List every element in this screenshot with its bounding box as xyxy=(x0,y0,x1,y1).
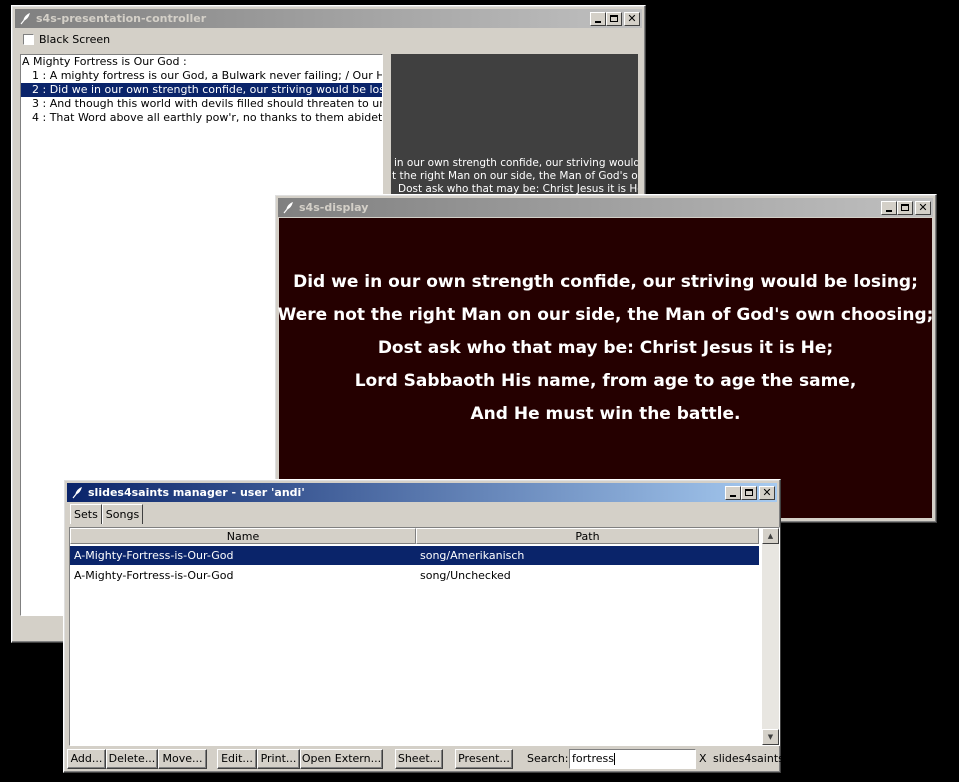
table-header: Name Path xyxy=(70,528,759,544)
table-row[interactable]: A-Mighty-Fortress-is-Our-God song/Amerik… xyxy=(70,546,759,565)
black-screen-checkbox[interactable] xyxy=(23,34,34,45)
verse-item[interactable]: 4 : That Word above all earthly pow'r, n… xyxy=(21,111,382,125)
edit-button[interactable]: Edit... xyxy=(217,749,257,769)
controller-titlebar[interactable]: s4s-presentation-controller ✕ xyxy=(15,9,642,28)
row-name: A-Mighty-Fortress-is-Our-God xyxy=(74,549,234,562)
column-header-path[interactable]: Path xyxy=(416,528,759,544)
minimize-button[interactable] xyxy=(590,11,606,26)
close-icon: ✕ xyxy=(627,12,637,25)
close-icon: ✕ xyxy=(918,201,928,214)
slide-line: Were not the right Man on our side, the … xyxy=(277,304,934,325)
move-button[interactable]: Move... xyxy=(158,749,207,769)
black-screen-toggle[interactable]: Black Screen xyxy=(23,33,110,46)
minimize-icon xyxy=(730,494,736,497)
tab-songs[interactable]: Songs xyxy=(101,504,144,524)
manager-titlebar[interactable]: slides4saints manager - user 'andi' ✕ xyxy=(67,483,777,502)
present-button[interactable]: Present... xyxy=(455,749,513,769)
maximize-button[interactable] xyxy=(897,200,913,215)
triangle-down-icon: ▼ xyxy=(767,733,774,741)
vertical-scrollbar[interactable]: ▲ ▼ xyxy=(762,528,779,745)
maximize-button[interactable] xyxy=(741,485,757,500)
minimize-button[interactable] xyxy=(881,200,897,215)
slide-line: And He must win the battle. xyxy=(470,403,741,424)
preview-line: t the right Man on our side, the Man of … xyxy=(392,170,638,182)
search-input[interactable]: fortress xyxy=(569,749,696,769)
scroll-up-button[interactable]: ▲ xyxy=(762,528,779,544)
songs-table[interactable]: Name Path A-Mighty-Fortress-is-Our-God s… xyxy=(69,527,780,746)
verse-item[interactable]: 1 : A mighty fortress is our God, a Bulw… xyxy=(21,69,382,83)
minimize-button[interactable] xyxy=(725,485,741,500)
delete-button[interactable]: Delete... xyxy=(106,749,158,769)
table-row[interactable]: A-Mighty-Fortress-is-Our-God song/Unchec… xyxy=(70,566,759,585)
preview-line: Dost ask who that may be: Christ Jesus i… xyxy=(398,183,638,194)
window-title: slides4saints manager - user 'andi' xyxy=(88,486,305,499)
preview-line: in our own strength confide, our strivin… xyxy=(394,157,638,169)
verse-item-selected[interactable]: 2 : Did we in our own strength confide, … xyxy=(21,83,382,97)
tab-bar: Sets Songs xyxy=(70,504,144,524)
slide-line: Did we in our own strength confide, our … xyxy=(293,271,918,292)
close-button[interactable]: ✕ xyxy=(759,485,775,500)
display-titlebar[interactable]: s4s-display ✕ xyxy=(278,198,933,217)
verse-item[interactable]: 3 : And though this world with devils fi… xyxy=(21,97,382,111)
add-button[interactable]: Add... xyxy=(67,749,106,769)
triangle-up-icon: ▲ xyxy=(767,532,774,540)
scroll-down-button[interactable]: ▼ xyxy=(762,729,779,745)
maximize-icon xyxy=(745,489,753,496)
text-caret xyxy=(613,753,615,765)
black-screen-label: Black Screen xyxy=(39,33,111,46)
sheet-button[interactable]: Sheet... xyxy=(395,749,443,769)
slide-line: Dost ask who that may be: Christ Jesus i… xyxy=(377,337,834,358)
open-external-button[interactable]: Open Extern... xyxy=(300,749,383,769)
close-button[interactable]: ✕ xyxy=(624,11,640,26)
print-button[interactable]: Print... xyxy=(257,749,300,769)
feather-icon xyxy=(18,12,32,26)
row-path: song/Amerikanisch xyxy=(420,549,525,562)
slide-display: Did we in our own strength confide, our … xyxy=(277,218,934,518)
song-title: A Mighty Fortress is Our God : xyxy=(22,55,187,68)
minimize-icon xyxy=(595,20,601,23)
window-title: s4s-display xyxy=(299,201,369,214)
display-window: s4s-display ✕ Did we in our own strength… xyxy=(274,194,937,523)
maximize-button[interactable] xyxy=(606,11,622,26)
row-path: song/Unchecked xyxy=(420,569,511,582)
row-name: A-Mighty-Fortress-is-Our-God xyxy=(74,569,234,582)
clear-search-button[interactable]: X xyxy=(699,751,707,767)
manager-window: slides4saints manager - user 'andi' ✕ Se… xyxy=(63,479,784,773)
window-title: s4s-presentation-controller xyxy=(36,12,207,25)
tab-sets[interactable]: Sets xyxy=(70,504,102,524)
button-bar: Add... Delete... Move... Edit... Print..… xyxy=(67,748,784,770)
maximize-icon xyxy=(901,204,909,211)
minimize-icon xyxy=(886,209,892,212)
search-value: fortress xyxy=(572,752,614,765)
feather-icon xyxy=(70,486,84,500)
search-label: Search: xyxy=(527,752,569,765)
close-icon: ✕ xyxy=(762,486,772,499)
slide-preview: in our own strength confide, our strivin… xyxy=(391,54,638,194)
feather-icon xyxy=(281,201,295,215)
maximize-icon xyxy=(610,15,618,22)
slide-line: Lord Sabbaoth His name, from age to age … xyxy=(354,370,857,391)
brand-label: slides4saints xyxy=(713,752,784,765)
column-header-name[interactable]: Name xyxy=(70,528,416,544)
close-button[interactable]: ✕ xyxy=(915,200,931,215)
